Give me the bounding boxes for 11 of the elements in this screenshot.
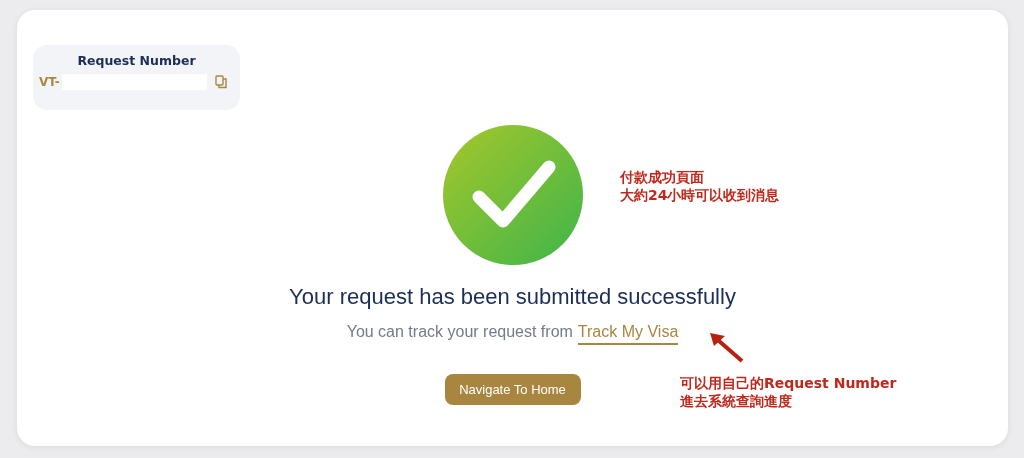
navigate-home-button[interactable]: Navigate To Home <box>444 374 581 405</box>
success-title: Your request has been submitted successfully <box>289 284 736 310</box>
request-number-prefix: VT- <box>39 75 60 89</box>
success-check-icon <box>442 125 583 265</box>
annotation-arrow-icon <box>709 332 745 364</box>
request-number-title: Request Number <box>77 53 196 68</box>
annotation-text: 付款成功頁面 大約24小時可以收到消息 <box>620 168 780 204</box>
annotation-text: 可以用自己的Request Number 進去系統查詢進度 <box>680 374 897 410</box>
copy-icon[interactable] <box>214 75 227 89</box>
track-hint-text: You can track your request from <box>346 323 573 342</box>
track-my-visa-link[interactable]: Track My Visa <box>577 323 679 345</box>
